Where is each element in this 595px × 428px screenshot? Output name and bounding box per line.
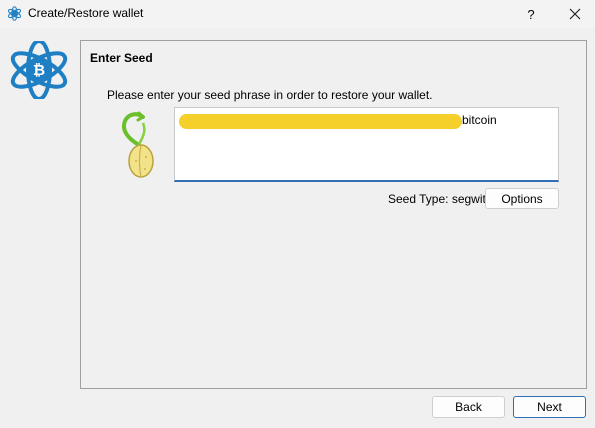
electrum-logo-icon (7, 6, 22, 21)
electrum-logo-icon: ₿ (10, 41, 68, 99)
window-title: Create/Restore wallet (28, 6, 144, 20)
next-button[interactable]: Next (513, 396, 586, 418)
seed-visible-word: bitcoin (462, 113, 497, 127)
content-panel: Enter Seed Please enter your seed phrase… (80, 40, 587, 389)
help-icon: ? (527, 6, 535, 22)
instructions-text: Please enter your seed phrase in order t… (107, 88, 433, 102)
page-title: Enter Seed (90, 51, 153, 65)
svg-text:₿: ₿ (33, 61, 45, 79)
create-restore-wallet-window: Create/Restore wallet ? ₿ Enter Seed Ple… (0, 0, 595, 428)
seed-type-label: Seed Type: segwit (388, 192, 486, 206)
seed-sprout-icon (122, 111, 154, 178)
close-icon (569, 8, 581, 20)
help-button[interactable]: ? (516, 0, 546, 28)
options-button[interactable]: Options (485, 188, 559, 209)
back-button[interactable]: Back (432, 396, 505, 418)
seed-phrase-input[interactable]: bitcoin (174, 107, 559, 182)
redacted-seed-words (179, 114, 462, 129)
title-bar: Create/Restore wallet ? (0, 0, 595, 28)
close-button[interactable] (560, 0, 590, 28)
